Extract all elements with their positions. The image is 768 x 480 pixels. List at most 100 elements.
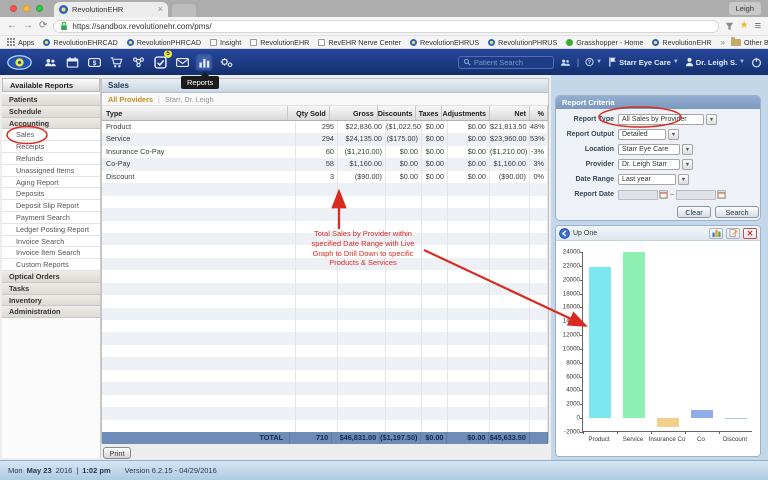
bookmark-revolutionphrus[interactable]: RevolutionPHRUS xyxy=(488,38,557,47)
connect-icon-button[interactable] xyxy=(129,53,147,71)
chart-type-button[interactable] xyxy=(709,228,723,239)
sidebar-item-patients[interactable]: Patients xyxy=(2,94,100,106)
breadcrumb-provider[interactable]: Starr, Dr. Leigh xyxy=(165,93,214,106)
column-header-qty-sold[interactable]: Qty Sold xyxy=(288,106,330,120)
patient-search-input[interactable] xyxy=(474,58,546,67)
bookmark-revolutionehrcad[interactable]: RevolutionEHRCAD xyxy=(43,38,117,47)
criteria-select-date-range[interactable]: Last year xyxy=(618,174,676,185)
admin-icon-button[interactable] xyxy=(217,53,235,71)
sidebar-item-refunds[interactable]: Refunds xyxy=(2,153,100,165)
column-header-adjustments[interactable]: Adjustments xyxy=(442,106,490,120)
revolutionehr-logo-icon[interactable] xyxy=(6,54,33,71)
column-header-gross[interactable]: Gross xyxy=(330,106,378,120)
sidebar-item-schedule[interactable]: Schedule xyxy=(2,106,100,118)
forward-icon[interactable]: → xyxy=(23,21,33,31)
criteria-select-report-type[interactable]: All Sales by Provider xyxy=(618,114,704,125)
export-chart-button[interactable] xyxy=(726,228,740,239)
close-window-button[interactable] xyxy=(10,5,17,12)
clear-button[interactable]: Clear xyxy=(677,206,711,218)
browser-tab[interactable]: RevolutionEHR × xyxy=(54,2,168,17)
bookmark-revolutionehr[interactable]: RevolutionEHR xyxy=(652,38,711,47)
dropdown-arrow-icon[interactable]: ▼ xyxy=(678,174,689,185)
chart-bar-insurance-co[interactable] xyxy=(657,418,679,426)
calendar-icon[interactable] xyxy=(659,190,668,199)
location-menu[interactable]: Starr Eye Care▼ xyxy=(608,57,679,67)
bookmark-revehr-nerve-center[interactable]: RevEHR Nerve Center xyxy=(318,38,401,47)
sidebar-item-custom-reports[interactable]: Custom Reports xyxy=(2,259,100,271)
sidebar-item-sales[interactable]: Sales xyxy=(2,129,100,141)
up-one-label[interactable]: Up One xyxy=(573,230,706,237)
bookmark-star-icon[interactable]: ★ xyxy=(740,21,749,31)
calendar-icon[interactable] xyxy=(717,190,726,199)
overflow-chevron-icon[interactable]: » xyxy=(721,38,725,47)
column-header-taxes[interactable]: Taxes xyxy=(416,106,442,120)
bookmark-apps[interactable]: Apps xyxy=(7,38,34,47)
back-icon[interactable]: ← xyxy=(7,21,17,31)
orders-icon-button[interactable] xyxy=(107,53,125,71)
column-header-type[interactable]: Type xyxy=(102,106,288,120)
patient-group-icon[interactable] xyxy=(560,57,571,68)
sidebar-item-accounting[interactable]: Accounting xyxy=(2,118,100,130)
sidebar-item-tasks[interactable]: Tasks xyxy=(2,283,100,295)
help-menu[interactable]: ?▼ xyxy=(585,57,602,67)
patient-search-box[interactable] xyxy=(458,56,554,69)
sidebar-item-unassigned-items[interactable]: Unassigned Items xyxy=(2,165,100,177)
bookmark-revolutionphrcad[interactable]: RevolutionPHRCAD xyxy=(127,38,201,47)
sidebar-item-invoice-search[interactable]: Invoice Search xyxy=(2,236,100,248)
sidebar-item-optical-orders[interactable]: Optical Orders xyxy=(2,271,100,283)
table-row[interactable]: Insurance Co-Pay60($1,210.00)$0.00$0.00$… xyxy=(102,146,548,158)
sidebar-item-invoice-item-search[interactable]: Invoice Item Search xyxy=(2,247,100,259)
bookmark-revolutionehr[interactable]: RevolutionEHR xyxy=(250,38,309,47)
reload-icon[interactable]: ⟳ xyxy=(39,21,47,31)
browser-menu-icon[interactable]: ≡ xyxy=(755,21,761,32)
reports-icon-button[interactable] xyxy=(195,53,213,71)
patients-icon-button[interactable] xyxy=(41,53,59,71)
bookmark-insight[interactable]: Insight xyxy=(210,38,241,47)
criteria-select-provider[interactable]: Dr. Leigh Starr xyxy=(618,159,680,170)
accounting-icon-button[interactable]: $ xyxy=(85,53,103,71)
other-bookmarks[interactable]: Other Bookmarks xyxy=(731,38,768,47)
new-tab-button[interactable] xyxy=(172,4,196,17)
user-menu[interactable]: Dr. Leigh S.▼ xyxy=(685,57,745,67)
dropdown-arrow-icon[interactable]: ▼ xyxy=(682,144,693,155)
tab-close-icon[interactable]: × xyxy=(158,5,163,14)
column-header-discounts[interactable]: Discounts xyxy=(378,106,417,120)
report-date-start-input[interactable] xyxy=(618,190,658,200)
column-header-[interactable]: % xyxy=(530,106,548,120)
dropdown-arrow-icon[interactable]: ▼ xyxy=(668,129,679,140)
table-row[interactable]: Discount3($90.00)$0.00$0.00$0.00($90.00)… xyxy=(102,171,548,183)
print-button[interactable]: Print xyxy=(103,447,131,459)
chrome-profile-button[interactable]: Leigh xyxy=(729,2,761,15)
zoom-window-button[interactable] xyxy=(36,5,43,12)
bookmark-revolutionehrus[interactable]: RevolutionEHRUS xyxy=(410,38,479,47)
chart-bar-co[interactable] xyxy=(691,410,713,418)
chart-bar-service[interactable] xyxy=(623,252,645,418)
address-bar[interactable]: https://sandbox.revolutionehr.com/pms/ xyxy=(53,20,718,33)
dropdown-arrow-icon[interactable]: ▼ xyxy=(682,159,693,170)
table-row[interactable]: Product295$22,836.00($1,022.50)$0.00$0.0… xyxy=(102,121,548,133)
chart-axes[interactable]: 2400022000200001800016000140001200010000… xyxy=(582,252,752,432)
sidebar-item-deposits[interactable]: Deposits xyxy=(2,188,100,200)
criteria-select-report-output[interactable]: Detailed xyxy=(618,129,666,140)
bookmark-grasshopper-home[interactable]: Grasshopper - Home xyxy=(566,38,643,47)
messages-icon-button[interactable] xyxy=(173,53,191,71)
sidebar-item-receipts[interactable]: Receipts xyxy=(2,141,100,153)
up-one-back-icon[interactable] xyxy=(559,228,570,239)
schedule-icon-button[interactable] xyxy=(63,53,81,71)
sidebar-item-ledger-posting-report[interactable]: Ledger Posting Report xyxy=(2,224,100,236)
sidebar-item-aging-report[interactable]: Aging Report xyxy=(2,177,100,189)
criteria-select-location[interactable]: Starr Eye Care xyxy=(618,144,680,155)
sidebar-item-payment-search[interactable]: Payment Search xyxy=(2,212,100,224)
sidebar-item-administration[interactable]: Administration xyxy=(2,306,100,318)
column-header-net[interactable]: Net xyxy=(490,106,530,120)
minimize-window-button[interactable] xyxy=(23,5,30,12)
chart-bar-discount[interactable] xyxy=(725,418,747,419)
sidebar-item-deposit-slip-report[interactable]: Deposit Slip Report xyxy=(2,200,100,212)
tasks-icon-button[interactable]: 5 xyxy=(151,53,169,71)
table-row[interactable]: Co-Pay58$1,160.00$0.00$0.00$0.00$1,160.0… xyxy=(102,158,548,170)
logout-power-icon[interactable] xyxy=(751,57,762,68)
filter-icon[interactable] xyxy=(725,22,734,31)
table-row[interactable]: Service294$24,135.00($175.00)$0.00$0.00$… xyxy=(102,133,548,145)
close-chart-icon[interactable]: ✕ xyxy=(743,228,757,239)
sidebar-item-inventory[interactable]: Inventory xyxy=(2,295,100,307)
